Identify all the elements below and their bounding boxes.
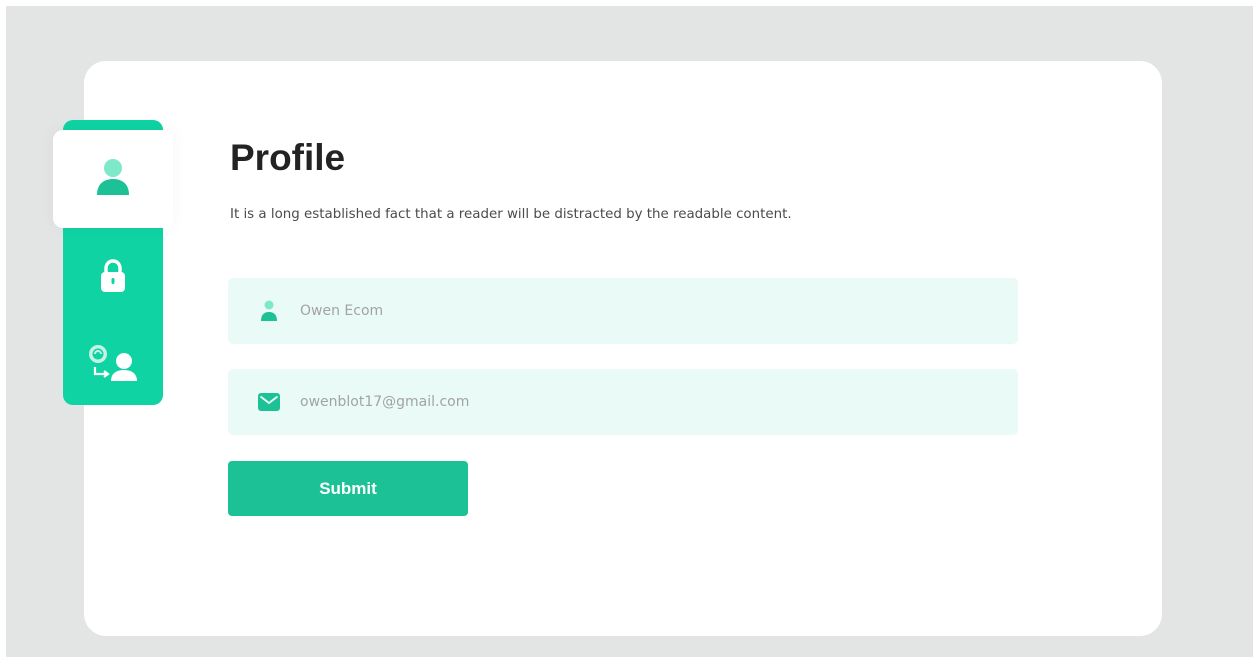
lock-icon <box>100 259 126 297</box>
name-field[interactable] <box>228 278 1018 344</box>
email-input[interactable] <box>300 369 1000 435</box>
user-icon <box>95 157 131 201</box>
page-title: Profile <box>230 137 346 178</box>
sidebar-item-profile[interactable] <box>53 130 173 228</box>
mail-icon <box>258 391 280 413</box>
page-description: It is a long established fact that a rea… <box>230 207 792 222</box>
user-icon <box>258 300 280 322</box>
sidebar-item-switch-account[interactable] <box>63 325 163 405</box>
submit-button[interactable]: Submit <box>228 461 468 516</box>
email-field[interactable] <box>228 369 1018 435</box>
sidebar-item-security[interactable] <box>63 238 163 318</box>
name-input[interactable] <box>300 278 1000 344</box>
switch-account-icon <box>87 343 139 387</box>
